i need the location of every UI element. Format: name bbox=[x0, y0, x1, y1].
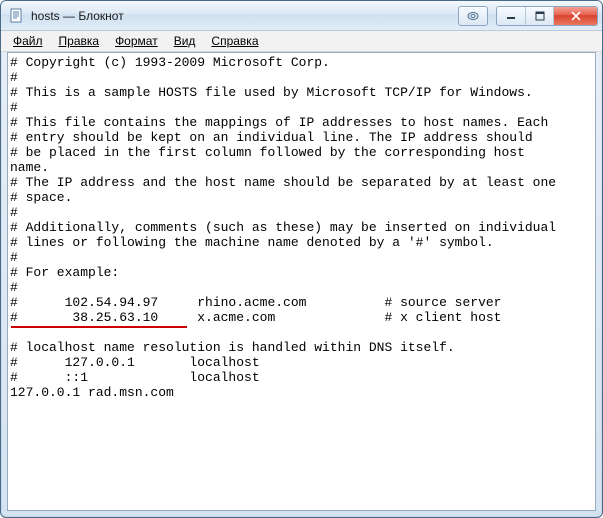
client-area: # Copyright (c) 1993-2009 Microsoft Corp… bbox=[7, 52, 596, 511]
menu-view[interactable]: Вид bbox=[166, 32, 204, 50]
minimize-button[interactable] bbox=[497, 7, 525, 25]
window-frame: hosts — Блокнот bbox=[0, 0, 603, 518]
menu-format[interactable]: Формат bbox=[107, 32, 166, 50]
menu-file[interactable]: Файл bbox=[5, 32, 51, 50]
highlight-underline bbox=[11, 326, 187, 328]
close-button[interactable] bbox=[553, 7, 597, 25]
notepad-icon bbox=[9, 8, 25, 24]
help-button[interactable] bbox=[459, 7, 487, 25]
maximize-button[interactable] bbox=[525, 7, 553, 25]
menubar: Файл Правка Формат Вид Справка bbox=[1, 31, 602, 52]
maximize-icon bbox=[535, 11, 545, 21]
window-buttons-group bbox=[496, 6, 598, 26]
close-icon bbox=[570, 11, 582, 21]
menu-help[interactable]: Справка bbox=[203, 32, 266, 50]
menu-edit[interactable]: Правка bbox=[51, 32, 108, 50]
help-button-group bbox=[458, 6, 488, 26]
window-controls bbox=[458, 6, 598, 26]
help-icon bbox=[466, 11, 480, 21]
minimize-icon bbox=[506, 11, 516, 21]
titlebar[interactable]: hosts — Блокнот bbox=[1, 1, 602, 31]
window-title: hosts — Блокнот bbox=[31, 9, 124, 23]
text-editor[interactable]: # Copyright (c) 1993-2009 Microsoft Corp… bbox=[8, 53, 595, 402]
